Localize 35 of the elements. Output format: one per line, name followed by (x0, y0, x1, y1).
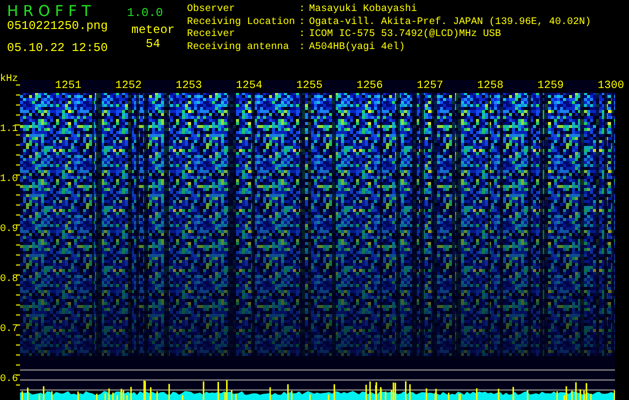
info-value: ICOM IC-575 53.7492(@LCD)MHz USB (309, 29, 502, 42)
version-label: 1.0.0 (127, 6, 164, 20)
time-label: 1254 (234, 80, 264, 92)
info-separator: : (299, 16, 306, 29)
time-label: 1255 (295, 80, 324, 92)
time-label: 1259 (536, 80, 565, 92)
file-name: 0510221250.png (7, 20, 109, 33)
app-title: H R O F F T (7, 2, 92, 20)
info-value: Ogata-vill. Akita-Pref. JAPAN (139.96E, 40.02N) (309, 16, 592, 28)
frequency-label: 0.6 (0, 374, 18, 386)
time-label: 1256 (355, 80, 384, 92)
frequency-label: 0.9 (0, 224, 18, 236)
frequency-label: 0.7 (0, 324, 18, 336)
info-label: Observer (187, 4, 236, 16)
meteor-count: 54 (146, 38, 160, 51)
info-value: A504HB(yagi 4el) (309, 42, 406, 54)
time-label: 1253 (174, 80, 203, 92)
frequency-label: 0.8 (0, 274, 18, 286)
meteor-label: meteor (131, 24, 175, 37)
info-separator: : (299, 42, 306, 54)
time-label: 1252 (114, 80, 143, 92)
frequency-label: 1.0 (0, 174, 18, 186)
info-separator: : (299, 4, 306, 16)
info-separator: : (299, 29, 306, 42)
date-time: 05.10.22 12:50 (7, 42, 109, 55)
frequency-label: 1.1 (0, 124, 18, 136)
info-label: Receiver (187, 29, 236, 42)
info-label: Receiving antenna (187, 42, 290, 54)
time-label: 1300 (596, 80, 626, 92)
time-label: 1251 (54, 80, 82, 92)
info-value: Masayuki Kobayashi (309, 4, 418, 16)
time-label: 1258 (476, 80, 504, 92)
axis-unit: kHz (0, 74, 18, 86)
time-label: 1257 (416, 80, 444, 92)
info-label: Receiving Location (187, 16, 296, 28)
